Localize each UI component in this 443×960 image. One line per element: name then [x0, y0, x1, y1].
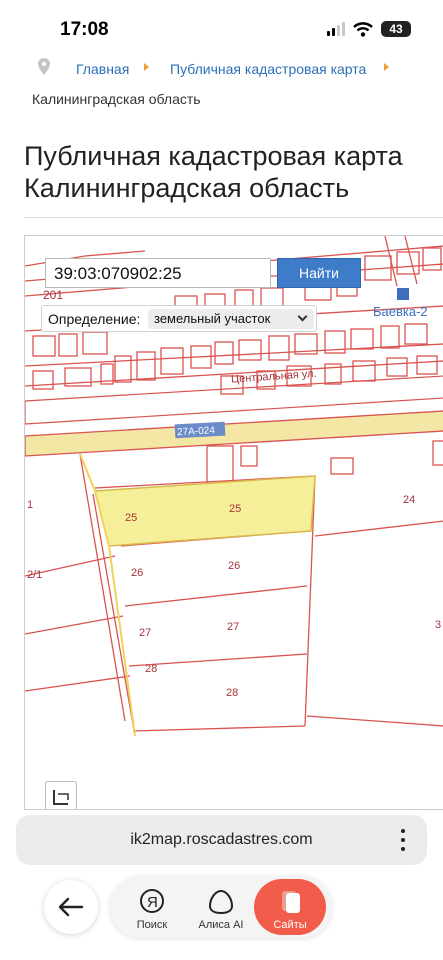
- parcel-label-26: 26: [228, 560, 240, 572]
- layers-button[interactable]: [45, 781, 77, 809]
- status-time: 17:08: [60, 19, 109, 40]
- battery-icon: 43: [381, 21, 411, 37]
- tab-sites[interactable]: Сайты: [254, 879, 326, 935]
- parcel-label-28: 28: [145, 663, 157, 675]
- parcel-label-27: 27: [227, 621, 239, 633]
- parcel-label-2-1: 2/1: [27, 569, 42, 581]
- tab-label: Сайты: [273, 919, 307, 931]
- definition-label: Определение:: [48, 311, 141, 327]
- title-divider: [24, 217, 443, 218]
- street-label: Центральная ул.: [231, 368, 317, 386]
- find-button[interactable]: Найти: [277, 258, 361, 288]
- parcel-label-24: 24: [403, 494, 415, 506]
- breadcrumb: Главная Публичная кадастровая карта Кали…: [32, 58, 438, 118]
- breadcrumb-link-cadastral-map[interactable]: Публичная кадастровая карта: [170, 61, 366, 77]
- breadcrumb-current: Калининградская область: [32, 91, 201, 107]
- chevron-right-icon: [144, 63, 149, 71]
- bottom-tab-bar: Я Поиск Алиса AI Сайты: [110, 876, 332, 938]
- location-pin-icon: [38, 58, 50, 75]
- svg-text:Я: Я: [147, 894, 158, 911]
- road-strip: [25, 410, 443, 457]
- status-icons: 43: [327, 21, 411, 37]
- url-text[interactable]: ik2map.roscadastres.com: [16, 831, 427, 849]
- parcel-label-3: 3: [435, 619, 441, 631]
- bus-stop-label: Баевка-2: [373, 304, 428, 319]
- tab-alice[interactable]: Алиса AI: [185, 879, 257, 935]
- definition-panel: Определение: земельный участок: [41, 305, 317, 332]
- definition-select-value: земельный участок: [154, 311, 271, 326]
- bus-stop-icon: [397, 288, 409, 300]
- cadastral-number-input[interactable]: 39:03:070902:25: [45, 258, 271, 288]
- tab-label: Алиса AI: [198, 919, 244, 931]
- wifi-icon: [353, 21, 373, 37]
- road-label: 27А-024: [177, 425, 216, 438]
- signal-icon: [327, 22, 345, 36]
- back-button[interactable]: [44, 880, 98, 934]
- parcel-label-26: 26: [131, 567, 143, 579]
- layers-icon: [53, 790, 69, 805]
- parcel-label-25: 25: [125, 512, 137, 524]
- arrow-left-icon: [58, 897, 84, 917]
- parcel-label-1: 1: [27, 499, 33, 511]
- chevron-right-icon: [384, 63, 389, 71]
- yandex-search-icon: Я: [140, 889, 164, 913]
- chevron-down-icon: [297, 311, 308, 322]
- alice-icon: [208, 889, 234, 915]
- cadastral-map[interactable]: 27А-024 Центральная ул. 201 Баевка-2 25: [24, 235, 443, 810]
- parcel-label-201: 201: [43, 288, 63, 302]
- parcel-label-25: 25: [229, 503, 241, 515]
- more-menu-icon[interactable]: [401, 829, 405, 851]
- breadcrumb-link-home[interactable]: Главная: [76, 61, 129, 77]
- definition-select[interactable]: земельный участок: [148, 309, 314, 329]
- parcel-label-27: 27: [139, 627, 151, 639]
- status-bar: 17:08 43: [0, 0, 443, 60]
- parcel-label-28: 28: [226, 687, 238, 699]
- tab-search[interactable]: Я Поиск: [116, 879, 188, 935]
- tab-label: Поиск: [136, 919, 168, 931]
- page-title: Публичная кадастровая карта Калининградс…: [24, 141, 403, 203]
- address-bar[interactable]: ik2map.roscadastres.com: [16, 815, 427, 865]
- sites-icon: [282, 891, 300, 913]
